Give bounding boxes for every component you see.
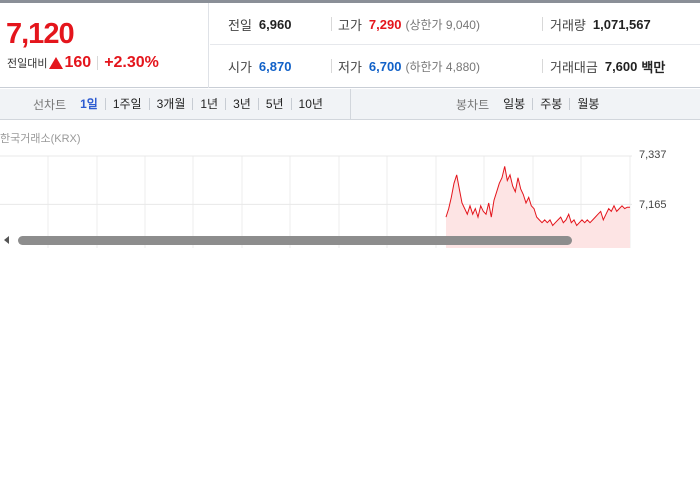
volume: 거래량 1,071,567	[550, 3, 651, 45]
lower-limit: (하한가 4,880)	[405, 59, 480, 74]
tab-monthly[interactable]: 월봉	[569, 98, 606, 110]
upper-limit: (상한가 9,040)	[405, 17, 480, 32]
high-label: 고가	[338, 17, 362, 33]
divider	[542, 17, 543, 31]
price-chart-plot	[0, 155, 632, 248]
low-price: 저가 6,700 (하한가 4,880)	[338, 45, 480, 87]
tab-1d[interactable]: 1일	[80, 98, 105, 110]
price-chart: 한국거래소(KRX) 7,337 7,165	[0, 121, 700, 248]
volume-label: 거래량	[550, 17, 586, 33]
stock-quote-widget: 7,120 전일대비 160 +2.30% 전일 6,960 고가 7,290	[0, 0, 700, 490]
open-price: 시가 6,870	[228, 45, 291, 87]
prev-close-label: 전일	[228, 17, 252, 33]
stats-row-1: 전일 6,960 고가 7,290 (상한가 9,040) 거래량 1,071,…	[210, 3, 700, 45]
current-price: 7,120	[6, 18, 75, 50]
up-arrow-icon	[49, 57, 64, 69]
y-tick-label: 7,165	[639, 199, 667, 211]
divider	[331, 17, 332, 31]
y-tick-label: 7,337	[639, 149, 667, 161]
volume-value: 1,071,567	[592, 16, 651, 32]
change-label: 전일대비	[7, 58, 48, 70]
tab-3y[interactable]: 3년	[225, 98, 258, 110]
high-value: 7,290	[368, 16, 402, 32]
tab-daily[interactable]: 일봉	[503, 98, 532, 110]
low-value: 6,700	[368, 58, 402, 74]
current-price-box: 7,120 전일대비 160 +2.30%	[0, 3, 209, 88]
divider	[331, 59, 332, 73]
change-value: 160	[64, 54, 92, 71]
line-chart-title: 선차트	[33, 97, 67, 112]
tab-weekly[interactable]: 주봉	[532, 98, 569, 110]
candle-chart-title: 봉차트	[456, 97, 490, 112]
open-value: 6,870	[258, 58, 292, 74]
tab-1y[interactable]: 1년	[192, 98, 225, 110]
low-label: 저가	[338, 59, 362, 75]
divider	[542, 59, 543, 73]
scroll-thumb[interactable]	[18, 236, 572, 245]
candle-chart-tabs: 봉차트 일봉 주봉 월봉	[352, 89, 700, 119]
prev-close-value: 6,960	[258, 16, 292, 32]
change-row: 전일대비 160 +2.30%	[7, 54, 159, 72]
tab-3m[interactable]: 3개월	[148, 98, 193, 110]
tab-10y[interactable]: 10년	[290, 98, 330, 110]
quote-stats: 전일 6,960 고가 7,290 (상한가 9,040) 거래량 1,071,…	[210, 3, 700, 88]
chart-tabbar: 선차트 1일 1주일 3개월 1년 3년 5년 10년 봉차트 일봉 주봉 월봉	[0, 89, 700, 120]
data-source: 한국거래소(KRX)	[0, 133, 81, 145]
divider	[97, 56, 99, 70]
scroll-left-icon[interactable]	[4, 236, 9, 244]
chart-scrollbar[interactable]	[0, 233, 700, 247]
quote-summary: 7,120 전일대비 160 +2.30% 전일 6,960 고가 7,290	[0, 3, 700, 88]
trade-amount-unit: 백만	[641, 59, 666, 75]
trade-amount-label: 거래대금	[550, 59, 598, 75]
line-chart-tabs: 선차트 1일 1주일 3개월 1년 3년 5년 10년	[0, 89, 351, 119]
stats-row-2: 시가 6,870 저가 6,700 (하한가 4,880) 거래대금 7,600…	[210, 45, 700, 87]
tab-5y[interactable]: 5년	[257, 98, 291, 110]
trade-amount-value: 7,600	[604, 58, 638, 74]
tab-1w[interactable]: 1주일	[104, 98, 149, 110]
trade-amount: 거래대금 7,600 백만	[550, 45, 665, 87]
high-price: 고가 7,290 (상한가 9,040)	[338, 3, 480, 45]
change-percent: +2.30%	[104, 54, 159, 71]
open-label: 시가	[228, 59, 252, 75]
prev-close: 전일 6,960	[228, 3, 291, 45]
